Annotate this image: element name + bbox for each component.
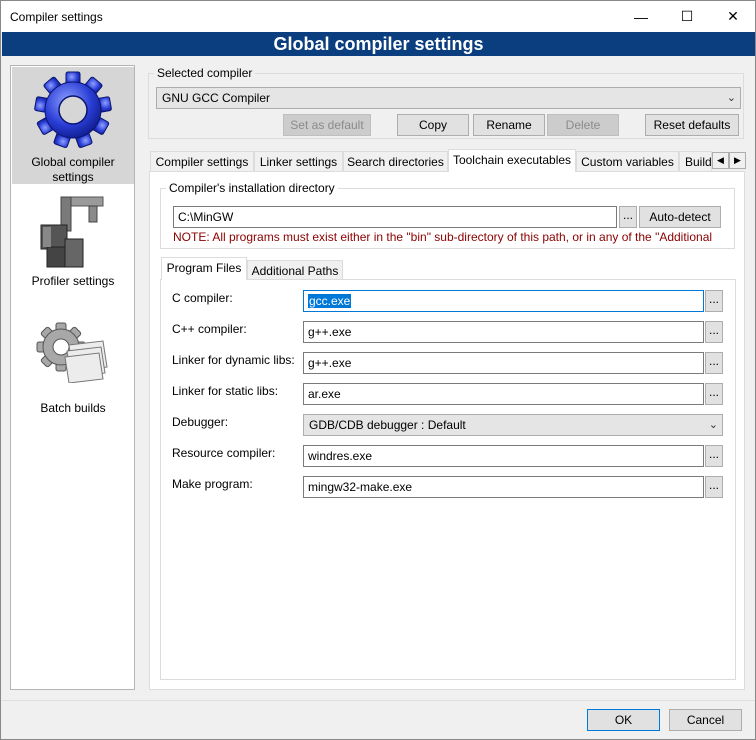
minimize-button[interactable]: — — [618, 1, 664, 32]
install-dir-label: Compiler's installation directory — [166, 181, 338, 195]
tab-scroll-right-button[interactable]: ▶ — [729, 152, 746, 169]
debugger-select-value: GDB/CDB debugger : Default — [309, 418, 466, 432]
minimize-icon: — — [634, 8, 648, 25]
linker-static-browse-button[interactable]: ... — [705, 383, 723, 405]
tab-scroll-left-button[interactable]: ◀ — [712, 152, 729, 169]
make-program-browse-button[interactable]: ... — [705, 476, 723, 498]
c-compiler-input[interactable]: gcc.exe — [303, 290, 704, 312]
caliper-icon — [40, 196, 104, 268]
debugger-label: Debugger: — [172, 415, 229, 429]
linker-dynamic-input[interactable]: g++.exe — [303, 352, 704, 374]
sidebar-item-batch-builds[interactable]: Batch builds — [12, 321, 134, 416]
make-program-label: Make program: — [172, 477, 253, 491]
rename-button[interactable]: Rename — [473, 114, 545, 136]
auto-detect-button[interactable]: Auto-detect — [639, 206, 721, 228]
arrow-right-icon: ▶ — [734, 155, 741, 165]
ok-button[interactable]: OK — [587, 709, 660, 731]
close-button[interactable]: ✕ — [710, 1, 756, 32]
sidebar-item-label: settings — [52, 170, 94, 184]
make-program-input[interactable]: mingw32-make.exe — [303, 476, 704, 498]
resource-compiler-browse-button[interactable]: ... — [705, 445, 723, 467]
tab-build[interactable]: Build — [679, 151, 712, 172]
c-compiler-browse-button[interactable]: ... — [705, 290, 723, 312]
title-bar: Compiler settings — ☐ ✕ — [1, 1, 755, 32]
gear-icon — [34, 71, 112, 149]
maximize-button[interactable]: ☐ — [664, 1, 710, 32]
footer-divider — [2, 700, 755, 701]
settings-category-list: Global compiler settings Profiler settin… — [10, 65, 135, 690]
tab-linker-settings[interactable]: Linker settings — [254, 151, 343, 172]
compiler-select[interactable]: GNU GCC Compiler ⌄ — [156, 87, 741, 109]
c-compiler-label: C compiler: — [172, 291, 233, 305]
compiler-settings-dialog: Compiler settings — ☐ ✕ Global compiler … — [0, 0, 756, 740]
tab-search-directories[interactable]: Search directories — [343, 151, 448, 172]
sidebar-item-label: Global compiler — [31, 155, 115, 169]
maximize-icon: ☐ — [680, 8, 694, 24]
tab-custom-variables[interactable]: Custom variables — [576, 151, 679, 172]
chevron-down-icon: ⌄ — [726, 92, 736, 104]
resource-compiler-label: Resource compiler: — [172, 446, 276, 460]
c-compiler-value: gcc.exe — [308, 294, 352, 308]
selected-compiler-label: Selected compiler — [154, 66, 256, 80]
linker-static-input[interactable]: ar.exe — [303, 383, 704, 405]
arrow-left-icon: ◀ — [717, 155, 724, 165]
cpp-compiler-input[interactable]: g++.exe — [303, 321, 704, 343]
chevron-down-icon: ⌄ — [708, 419, 718, 431]
compiler-select-value: GNU GCC Compiler — [162, 91, 271, 105]
sidebar-item-label: Profiler settings — [31, 274, 115, 288]
sidebar-item-label: Batch builds — [40, 401, 106, 415]
reset-defaults-button[interactable]: Reset defaults — [645, 114, 739, 136]
set-as-default-button[interactable]: Set as default — [283, 114, 371, 136]
resource-compiler-input[interactable]: windres.exe — [303, 445, 704, 467]
cpp-compiler-browse-button[interactable]: ... — [705, 321, 723, 343]
install-dir-input[interactable]: C:\MinGW — [173, 206, 617, 228]
linker-static-label: Linker for static libs: — [172, 384, 279, 398]
install-dir-browse-button[interactable]: ... — [619, 206, 637, 228]
cancel-button[interactable]: Cancel — [669, 709, 742, 731]
tab-compiler-settings[interactable]: Compiler settings — [150, 151, 254, 172]
tab-program-files[interactable]: Program Files — [161, 257, 247, 280]
window-title: Compiler settings — [10, 10, 103, 24]
tab-additional-paths[interactable]: Additional Paths — [247, 260, 343, 281]
copy-button[interactable]: Copy — [397, 114, 469, 136]
debugger-select[interactable]: GDB/CDB debugger : Default ⌄ — [303, 414, 723, 436]
cpp-compiler-label: C++ compiler: — [172, 322, 247, 336]
sidebar-item-global-compiler[interactable]: Global compiler settings — [12, 67, 134, 184]
tab-toolchain-executables[interactable]: Toolchain executables — [448, 149, 576, 172]
sidebar-item-profiler[interactable]: Profiler settings — [12, 191, 134, 291]
batch-gear-icon — [36, 322, 108, 383]
close-icon: ✕ — [727, 8, 739, 24]
linker-dynamic-label: Linker for dynamic libs: — [172, 353, 295, 367]
install-dir-note: NOTE: All programs must exist either in … — [173, 230, 713, 244]
linker-dynamic-browse-button[interactable]: ... — [705, 352, 723, 374]
page-title: Global compiler settings — [2, 32, 755, 56]
delete-button[interactable]: Delete — [547, 114, 619, 136]
